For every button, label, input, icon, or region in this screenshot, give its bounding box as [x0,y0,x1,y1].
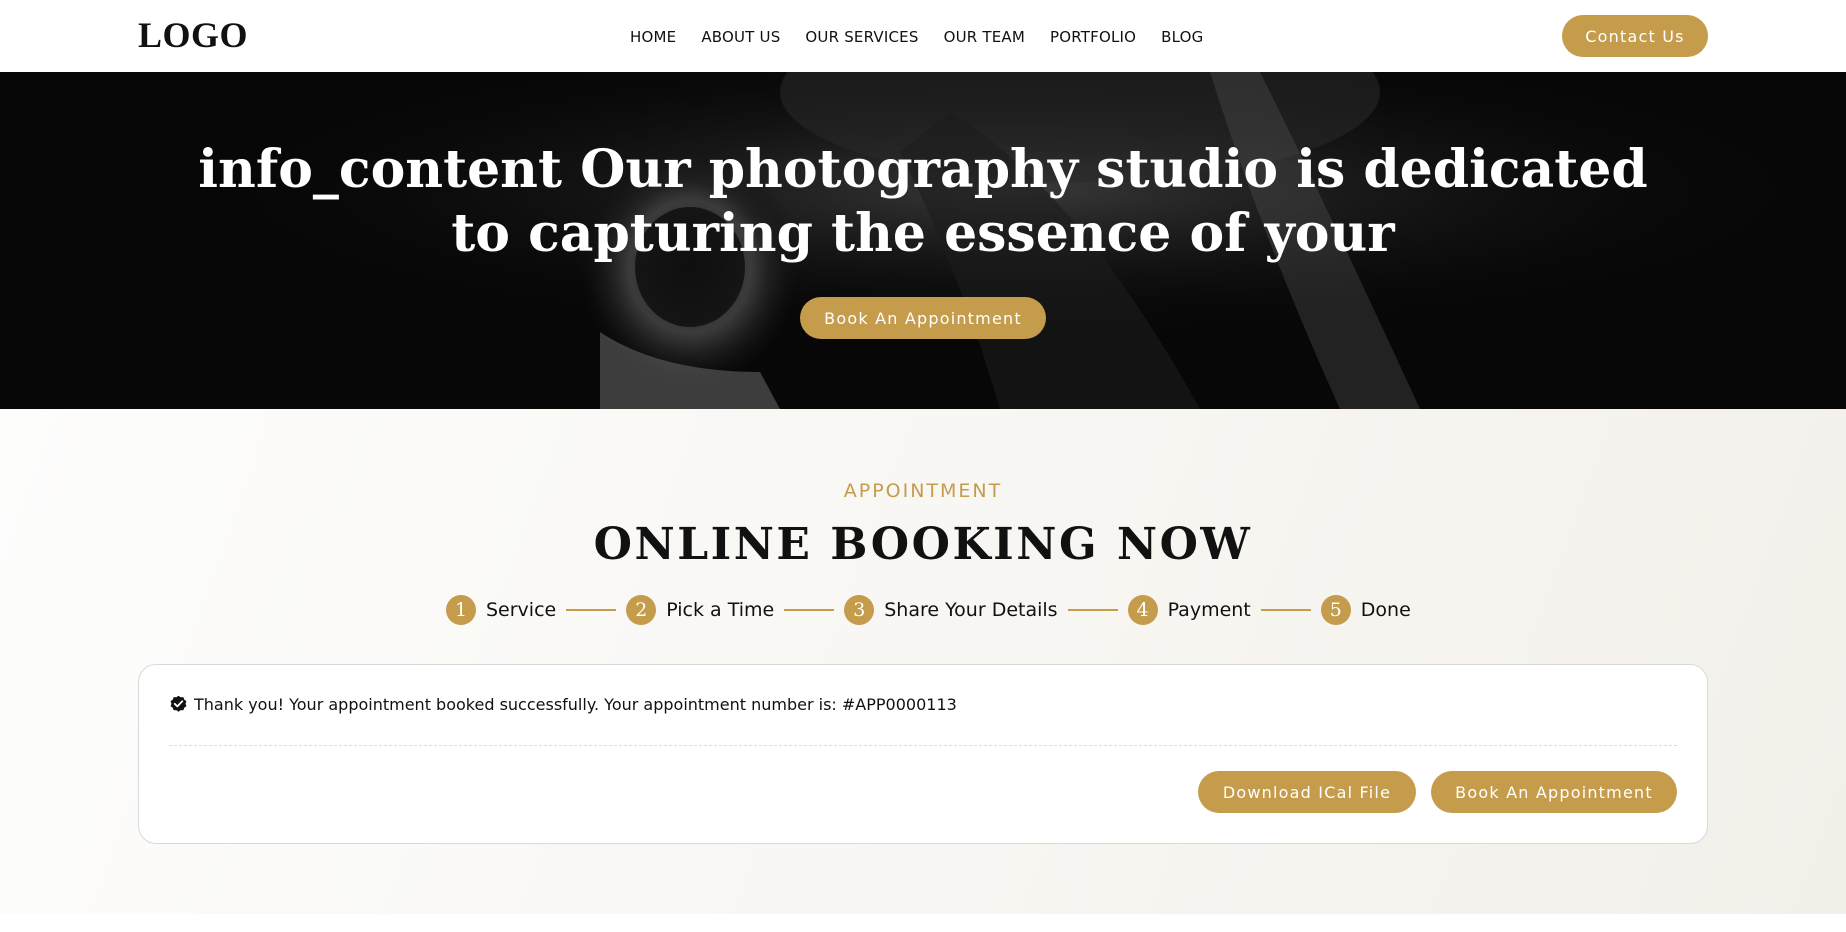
booking-section: APPOINTMENT ONLINE BOOKING NOW 1 Service… [0,409,1846,914]
step-connector [566,609,617,611]
book-appointment-button[interactable]: Book An Appointment [1431,771,1677,813]
step-number: 1 [446,595,476,625]
main-nav: HOME ABOUT US OUR SERVICES OUR TEAM PORT… [630,28,1204,46]
hero-title-line-1: info_content Our photography studio is d… [198,139,1648,200]
confirmation-card: Thank you! Your appointment booked succe… [138,664,1708,844]
hero-banner: info_content Our photography studio is d… [0,72,1846,409]
step-share-your-details: 3 Share Your Details [844,595,1058,625]
nav-about-us[interactable]: ABOUT US [701,28,780,46]
check-circle-icon [170,695,187,712]
site-header: LOGO HOME ABOUT US OUR SERVICES OUR TEAM… [0,0,1846,72]
step-number: 5 [1320,595,1351,625]
step-number: 3 [844,595,875,625]
step-service: 1 Service [446,595,556,625]
step-number: 4 [1127,595,1158,625]
step-label: Payment [1167,599,1251,621]
step-label: Share Your Details [884,599,1058,621]
step-connector [1067,609,1118,611]
step-done: 5 Done [1320,595,1411,625]
hero-title: info_content Our photography studio is d… [0,138,1846,266]
nav-portfolio[interactable]: PORTFOLIO [1050,28,1136,46]
logo[interactable]: LOGO [138,14,248,56]
section-eyebrow: APPOINTMENT [843,480,1003,502]
hero-book-appointment-button[interactable]: Book An Appointment [800,297,1046,339]
step-pick-a-time: 2 Pick a Time [626,595,774,625]
step-connector [784,609,835,611]
card-divider [169,745,1677,746]
nav-our-team[interactable]: OUR TEAM [944,28,1025,46]
nav-blog[interactable]: BLOG [1161,28,1203,46]
step-label: Service [486,599,557,621]
nav-home[interactable]: HOME [630,28,676,46]
step-number: 2 [626,595,657,625]
contact-us-button[interactable]: Contact Us [1562,15,1708,57]
download-ical-button[interactable]: Download ICal File [1198,771,1416,813]
nav-our-services[interactable]: OUR SERVICES [805,28,918,46]
success-message: Thank you! Your appointment booked succe… [194,695,957,714]
success-message-row: Thank you! Your appointment booked succe… [169,695,957,714]
booking-steps: 1 Service 2 Pick a Time 3 Share Your Det… [446,594,1411,626]
section-title: ONLINE BOOKING NOW [593,519,1253,570]
step-label: Pick a Time [666,599,775,621]
card-actions: Download ICal File Book An Appointment [1198,771,1677,813]
hero-title-line-2: to capturing the essence of your [451,203,1395,264]
step-payment: 4 Payment [1127,595,1251,625]
step-label: Done [1360,599,1411,621]
step-connector [1260,609,1311,611]
